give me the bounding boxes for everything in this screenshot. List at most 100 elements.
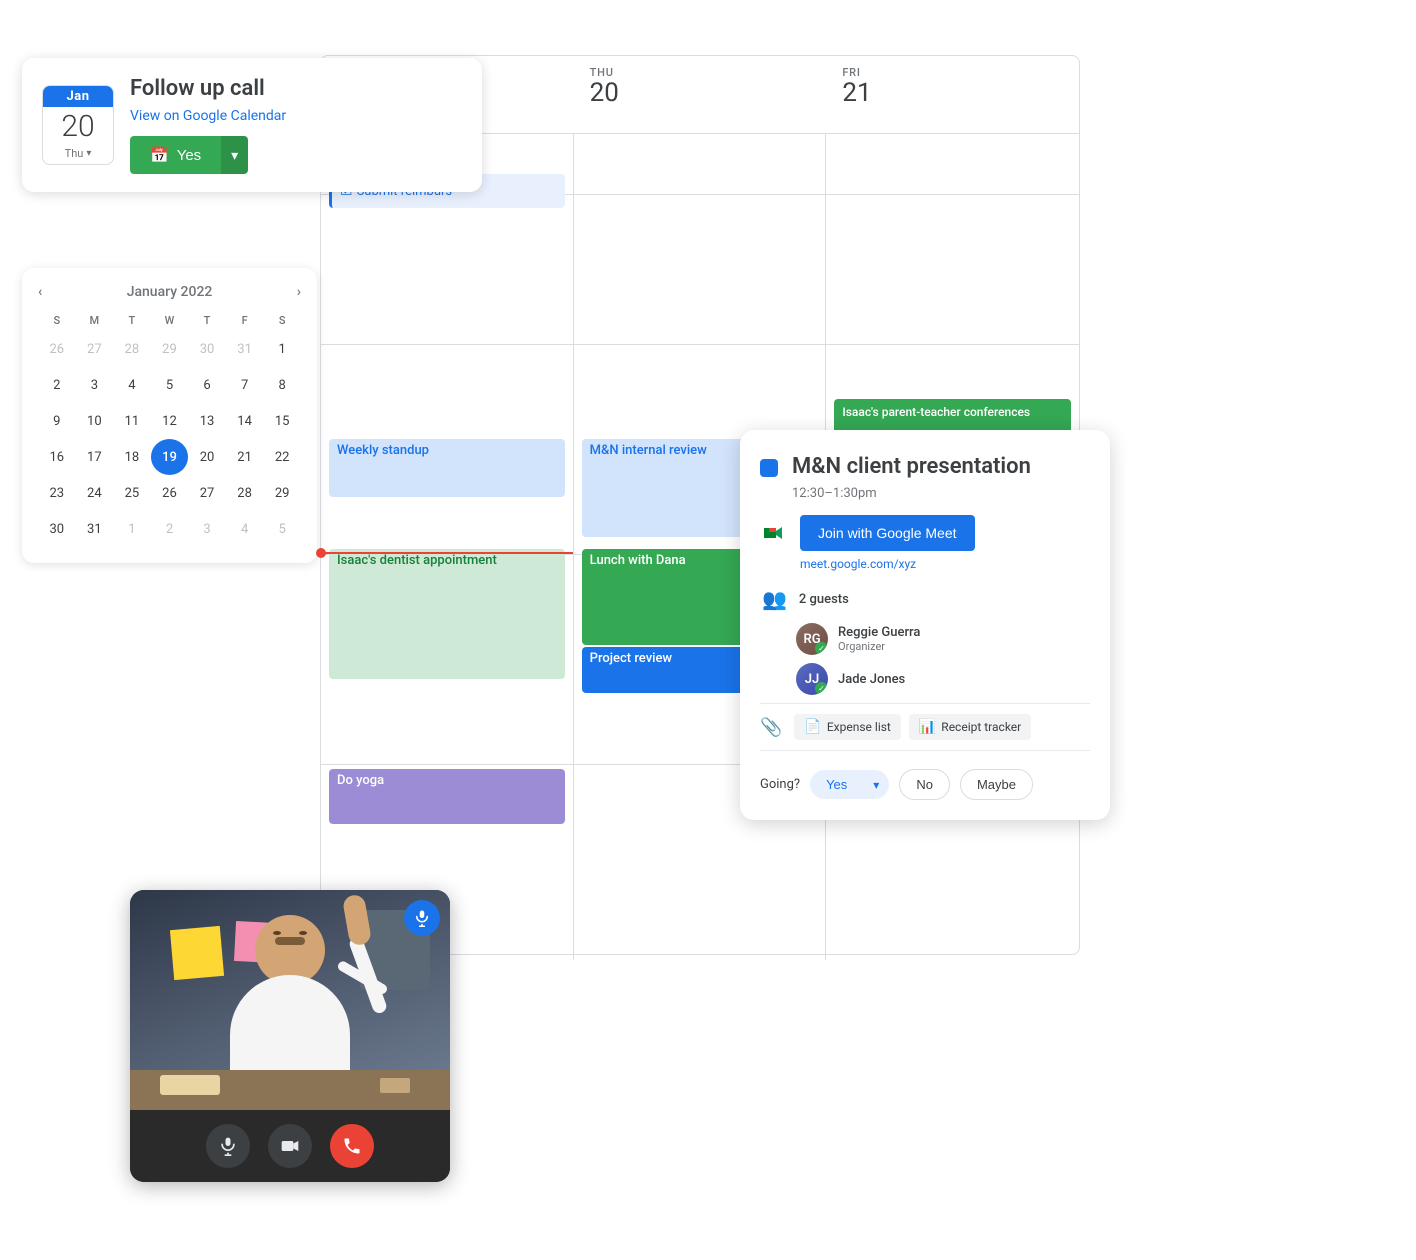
mini-cal-day[interactable]: 13 — [188, 403, 226, 439]
attachments-row: 📎 📄 Expense list 📊 Receipt tracker — [760, 703, 1090, 751]
end-call-button[interactable] — [330, 1124, 374, 1168]
yes-dropdown-button[interactable]: ▾ — [221, 136, 248, 174]
mini-cal-day[interactable]: 21 — [226, 439, 264, 475]
guest-name-reggie: Reggie Guerra — [838, 625, 920, 640]
mini-cal-day[interactable]: 31 — [76, 511, 114, 547]
mini-cal-day[interactable]: 30 — [38, 511, 76, 547]
going-yes-button[interactable]: Yes — [810, 770, 863, 799]
mini-cal-day[interactable]: 4 — [226, 511, 264, 547]
mini-cal-day[interactable]: 25 — [113, 475, 151, 511]
reminder-day: 20 — [43, 107, 113, 147]
mini-cal-day[interactable]: 15 — [263, 403, 301, 439]
mini-cal-day[interactable]: 26 — [38, 331, 76, 367]
mini-cal-day[interactable]: 2 — [151, 511, 189, 547]
mini-cal-grid: S M T W T F S 26272829303112345678910111… — [38, 310, 301, 547]
mini-cal-th-s: S — [38, 310, 76, 331]
check-badge-reggie: ✓ — [815, 642, 828, 655]
google-meet-logo — [760, 519, 788, 547]
video-controls — [130, 1110, 450, 1182]
row-divider — [574, 344, 826, 345]
mini-cal-day[interactable]: 20 — [188, 439, 226, 475]
mini-cal-day[interactable]: 29 — [151, 331, 189, 367]
going-button-group: Yes ▾ — [810, 770, 889, 799]
mini-cal-day[interactable]: 28 — [226, 475, 264, 511]
mini-cal-day[interactable]: 26 — [151, 475, 189, 511]
mini-cal-day[interactable]: 27 — [76, 331, 114, 367]
video-frame — [130, 890, 450, 1110]
guest-name-jade: Jade Jones — [838, 672, 905, 687]
mini-cal-day[interactable]: 19 — [151, 439, 189, 475]
reminder-card: Jan 20 Thu Follow up call View on Google… — [22, 58, 482, 192]
mini-cal-header: ‹ January 2022 › — [38, 284, 301, 300]
mini-cal-day[interactable]: 5 — [151, 367, 189, 403]
mini-cal-day[interactable]: 6 — [188, 367, 226, 403]
view-on-google-calendar-link[interactable]: View on Google Calendar — [130, 108, 286, 124]
mini-cal-day[interactable]: 7 — [226, 367, 264, 403]
event-dentist[interactable]: Isaac's dentist appointment — [329, 549, 565, 679]
mini-cal-day[interactable]: 14 — [226, 403, 264, 439]
event-yoga[interactable]: Do yoga — [329, 769, 565, 824]
yes-button[interactable]: 📅 Yes — [130, 136, 221, 174]
mini-cal-day[interactable]: 1 — [263, 331, 301, 367]
event-detail-time: 12:30–1:30pm — [760, 486, 1090, 501]
event-color-dot — [760, 459, 778, 477]
mini-cal-th-w: W — [151, 310, 189, 331]
meet-url[interactable]: meet.google.com/xyz — [760, 557, 1090, 571]
going-yes-dropdown[interactable]: ▾ — [863, 770, 889, 799]
mini-cal-day[interactable]: 8 — [263, 367, 301, 403]
mini-cal-day[interactable]: 31 — [226, 331, 264, 367]
mini-cal-day[interactable]: 11 — [113, 403, 151, 439]
mini-cal-day[interactable]: 16 — [38, 439, 76, 475]
event-detail-header: M&N client presentation — [760, 454, 1090, 480]
cal-col-wed: ☑ Submit reimburs Weekly standup Isaac's… — [321, 134, 574, 960]
mini-cal-day[interactable]: 28 — [113, 331, 151, 367]
toggle-camera-button[interactable] — [268, 1124, 312, 1168]
mini-cal-day[interactable]: 5 — [263, 511, 301, 547]
row-divider — [574, 194, 826, 195]
guests-count: 2 guests — [799, 592, 849, 607]
mini-cal-day[interactable]: 17 — [76, 439, 114, 475]
mini-cal-next-icon[interactable]: › — [297, 284, 301, 300]
going-maybe-button[interactable]: Maybe — [960, 769, 1033, 800]
guest-reggie: RG ✓ Reggie Guerra Organizer — [760, 623, 1090, 655]
mini-cal-day[interactable]: 30 — [188, 331, 226, 367]
mini-cal-day[interactable]: 29 — [263, 475, 301, 511]
guest-role-reggie: Organizer — [838, 640, 920, 653]
join-meet-button[interactable]: Join with Google Meet — [800, 515, 975, 551]
attachment-expense-list[interactable]: 📄 Expense list — [794, 714, 900, 740]
mini-cal-day[interactable]: 3 — [188, 511, 226, 547]
event-detail-card: M&N client presentation 12:30–1:30pm Joi… — [740, 430, 1110, 820]
mini-cal-day[interactable]: 9 — [38, 403, 76, 439]
cal-day-fri[interactable]: FRI 21 — [826, 56, 1079, 133]
mini-cal-day[interactable]: 4 — [113, 367, 151, 403]
row-divider — [321, 764, 573, 765]
reminder-info: Follow up call View on Google Calendar 📅… — [130, 76, 462, 174]
mini-cal-day[interactable]: 12 — [151, 403, 189, 439]
mini-cal-day[interactable]: 3 — [76, 367, 114, 403]
event-weekly-standup[interactable]: Weekly standup — [329, 439, 565, 497]
mini-cal-th-m: M — [76, 310, 114, 331]
mini-cal-th-t2: T — [188, 310, 226, 331]
mini-cal-day[interactable]: 18 — [113, 439, 151, 475]
avatar-reggie: RG ✓ — [796, 623, 828, 655]
reminder-calendar-icon: Jan 20 Thu — [42, 85, 114, 165]
attachment-receipt-tracker[interactable]: 📊 Receipt tracker — [909, 714, 1031, 740]
mini-cal-month-year: January 2022 — [127, 284, 213, 300]
mini-cal-day[interactable]: 2 — [38, 367, 76, 403]
mini-cal-prev-icon[interactable]: ‹ — [38, 284, 42, 300]
mini-cal-day[interactable]: 27 — [188, 475, 226, 511]
going-row: Going? Yes ▾ No Maybe — [760, 763, 1090, 800]
mute-mic-button[interactable] — [206, 1124, 250, 1168]
video-call-card — [130, 890, 450, 1182]
mini-cal-day[interactable]: 1 — [113, 511, 151, 547]
mini-cal-day[interactable]: 22 — [263, 439, 301, 475]
mini-cal-day[interactable]: 24 — [76, 475, 114, 511]
cal-day-thu[interactable]: THU 20 — [574, 56, 827, 133]
mini-cal-day[interactable]: 23 — [38, 475, 76, 511]
mini-cal-th-f: F — [226, 310, 264, 331]
going-no-button[interactable]: No — [899, 769, 950, 800]
docs-icon: 📄 — [804, 719, 821, 735]
check-badge-jade: ✓ — [815, 682, 828, 695]
mini-cal-th-t: T — [113, 310, 151, 331]
mini-cal-day[interactable]: 10 — [76, 403, 114, 439]
